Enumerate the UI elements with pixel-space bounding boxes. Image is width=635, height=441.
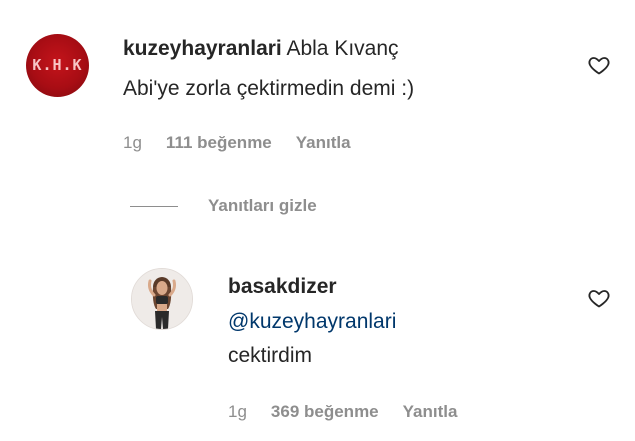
- comment-reply-button[interactable]: Yanıtla: [296, 133, 351, 153]
- divider-line: [130, 205, 178, 207]
- comment-text-line-1: kuzeyhayranlari Abla Kıvanç: [123, 36, 399, 62]
- comment-text: Abla Kıvanç: [286, 37, 399, 60]
- reply-reply-button[interactable]: Yanıtla: [403, 402, 458, 422]
- avatar[interactable]: K.H.K: [26, 34, 89, 97]
- avatar-logo: K.H.K: [32, 56, 83, 74]
- comment-username[interactable]: kuzeyhayranlari: [123, 37, 282, 60]
- comment-time: 1g: [123, 133, 142, 152]
- heart-icon[interactable]: [586, 53, 612, 77]
- reply-meta: 1g 369 beğenme Yanıtla: [228, 402, 457, 422]
- reply-time: 1g: [228, 402, 247, 421]
- reply-username[interactable]: basakdizer: [228, 274, 337, 300]
- hide-replies-button[interactable]: Yanıtları gizle: [130, 196, 317, 216]
- reply-text: cektirdim: [228, 344, 313, 367]
- comment-meta: 1g 111 beğenme Yanıtla: [123, 133, 351, 153]
- reply-likes[interactable]: 369 beğenme: [271, 402, 379, 422]
- comment-likes[interactable]: 111 beğenme: [166, 133, 272, 153]
- person-photo: [132, 269, 192, 329]
- reply-avatar[interactable]: [131, 268, 193, 330]
- hide-replies-label: Yanıtları gizle: [208, 196, 317, 215]
- reply-mention[interactable]: @kuzeyhayranlari: [228, 309, 396, 335]
- heart-icon[interactable]: [586, 286, 612, 310]
- comment-text-line-2: Abi'ye zorla çektirmedin demi :): [123, 77, 415, 100]
